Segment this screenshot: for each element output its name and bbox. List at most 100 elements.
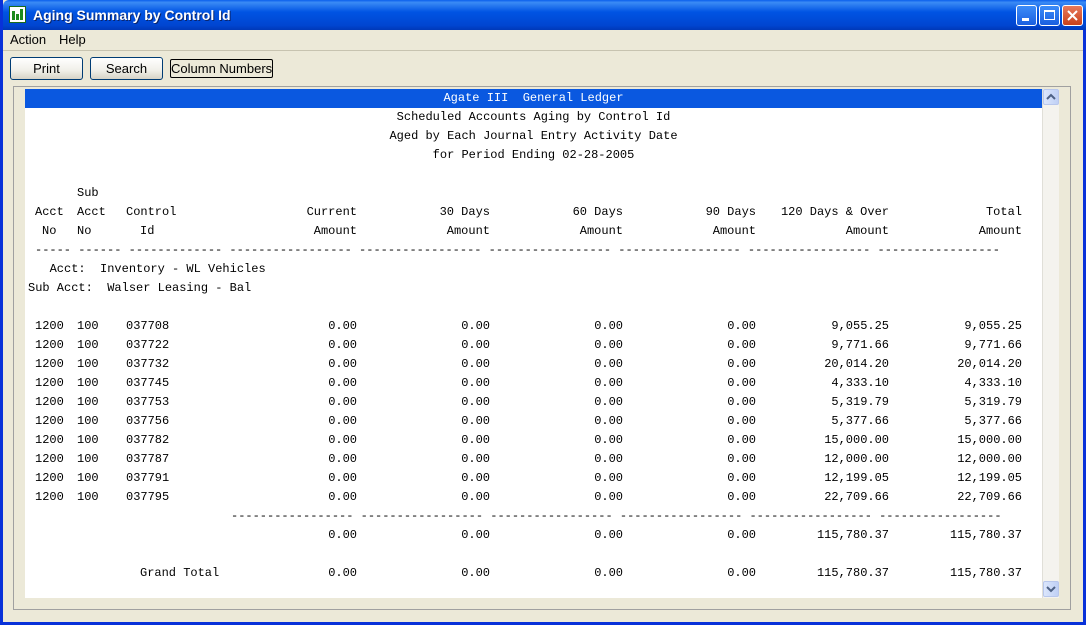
cell-120days: 5,377.66 — [831, 414, 889, 428]
cell-60days: 0.00 — [594, 490, 623, 504]
grand-total-row: Grand Total 0.00 0.00 0.00 0.00 115,780.… — [25, 564, 1042, 583]
report-subtitle-line: Scheduled Accounts Aging by Control Id — [25, 108, 1042, 127]
subtotal-current: 0.00 — [328, 528, 357, 542]
cell-acct-no: 1200 — [35, 471, 64, 485]
cell-30days: 0.00 — [461, 395, 490, 409]
cell-total: 4,333.10 — [964, 376, 1022, 390]
header-subacct: Acct — [77, 205, 106, 219]
close-icon[interactable] — [1062, 5, 1083, 26]
header-current-amount: Amount — [313, 224, 357, 238]
cell-total: 15,000.00 — [957, 433, 1022, 447]
cell-subacct-no: 100 — [77, 338, 99, 352]
vertical-scrollbar[interactable] — [1042, 89, 1059, 598]
cell-control-id: 037722 — [126, 338, 170, 352]
subtotal-30days: 0.00 — [461, 528, 490, 542]
menu-action[interactable]: Action — [10, 32, 46, 47]
grand-total-label: Grand Total — [140, 566, 220, 580]
grand-total-current: 0.00 — [328, 566, 357, 580]
cell-60days: 0.00 — [594, 471, 623, 485]
report-view[interactable]: Agate III General Ledger Scheduled Accou… — [25, 89, 1042, 598]
grand-total-90days: 0.00 — [727, 566, 756, 580]
cell-current: 0.00 — [328, 357, 357, 371]
cell-total: 5,319.79 — [964, 395, 1022, 409]
header-90days-amount: Amount — [712, 224, 756, 238]
report-aged: Aged by Each Journal Entry Activity Date — [389, 129, 678, 143]
subtotal-90days: 0.00 — [727, 528, 756, 542]
table-row: 1200 100 037732 0.00 0.00 0.00 0.00 20,014.20 20… — [25, 355, 1042, 374]
header-current: Current — [306, 205, 357, 219]
cell-acct-no: 1200 — [35, 395, 64, 409]
maximize-icon[interactable] — [1039, 5, 1060, 26]
cell-subacct-no: 100 — [77, 319, 99, 333]
column-numbers-button[interactable]: Column Numbers — [170, 59, 273, 78]
cell-120days: 15,000.00 — [824, 433, 889, 447]
cell-current: 0.00 — [328, 414, 357, 428]
cell-acct-no: 1200 — [35, 452, 64, 466]
header-60days: 60 Days — [572, 205, 623, 219]
cell-current: 0.00 — [328, 395, 357, 409]
cell-total: 22,709.66 — [957, 490, 1022, 504]
cell-current: 0.00 — [328, 338, 357, 352]
title-bar[interactable]: Aging Summary by Control Id — [3, 0, 1086, 30]
header-acct: Acct — [35, 205, 64, 219]
header-30days-amount: Amount — [446, 224, 490, 238]
subtotal-120days: 115,780.37 — [816, 528, 889, 542]
cell-120days: 12,199.05 — [824, 471, 889, 485]
cell-current: 0.00 — [328, 452, 357, 466]
header-90days: 90 Days — [705, 205, 756, 219]
scroll-up-icon[interactable] — [1043, 89, 1059, 105]
cell-subacct-no: 100 — [77, 357, 99, 371]
table-row: 1200 100 037791 0.00 0.00 0.00 0.00 12,199.05 12… — [25, 469, 1042, 488]
cell-60days: 0.00 — [594, 452, 623, 466]
report-title: Agate III General Ledger — [443, 91, 624, 105]
cell-90days: 0.00 — [727, 319, 756, 333]
minimize-icon[interactable] — [1016, 5, 1037, 26]
cell-subacct-no: 100 — [77, 471, 99, 485]
cell-acct-no: 1200 — [35, 490, 64, 504]
menu-help-label: Help — [59, 32, 86, 47]
print-button[interactable]: Print — [10, 57, 83, 80]
cell-90days: 0.00 — [727, 376, 756, 390]
table-row: 1200 100 037753 0.00 0.00 0.00 0.00 5,319.79 5,3… — [25, 393, 1042, 412]
cell-current: 0.00 — [328, 490, 357, 504]
header-subacct-no: No — [77, 224, 92, 238]
header-120days-amount: Amount — [845, 224, 889, 238]
header-dashes: ----- ------ ------------- -------------… — [25, 241, 1042, 260]
cell-subacct-no: 100 — [77, 452, 99, 466]
cell-60days: 0.00 — [594, 357, 623, 371]
cell-total: 12,199.05 — [957, 471, 1022, 485]
header-total-amount: Amount — [978, 224, 1022, 238]
cell-subacct-no: 100 — [77, 395, 99, 409]
cell-60days: 0.00 — [594, 338, 623, 352]
cell-60days: 0.00 — [594, 395, 623, 409]
header-sub: Sub — [77, 186, 99, 200]
cell-30days: 0.00 — [461, 490, 490, 504]
cell-30days: 0.00 — [461, 338, 490, 352]
cell-90days: 0.00 — [727, 414, 756, 428]
cell-120days: 12,000.00 — [824, 452, 889, 466]
report-period-line: for Period Ending 02-28-2005 — [25, 146, 1042, 165]
cell-control-id: 037708 — [126, 319, 170, 333]
subtotal-dashes-text: ----------------- ----------------- ----… — [231, 509, 1002, 523]
cell-60days: 0.00 — [594, 414, 623, 428]
cell-current: 0.00 — [328, 471, 357, 485]
report-subtitle: Scheduled Accounts Aging by Control Id — [396, 110, 671, 124]
cell-subacct-no: 100 — [77, 376, 99, 390]
menu-help[interactable]: Help — [59, 32, 86, 47]
header-control: Control — [126, 205, 177, 219]
cell-total: 20,014.20 — [957, 357, 1022, 371]
scroll-down-icon[interactable] — [1043, 581, 1059, 597]
search-button[interactable]: Search — [90, 57, 163, 80]
cell-120days: 4,333.10 — [831, 376, 889, 390]
cell-90days: 0.00 — [727, 357, 756, 371]
cell-total: 9,771.66 — [964, 338, 1022, 352]
grand-total-30days: 0.00 — [461, 566, 490, 580]
subtotal-60days: 0.00 — [594, 528, 623, 542]
cell-control-id: 037782 — [126, 433, 170, 447]
table-row: 1200 100 037756 0.00 0.00 0.00 0.00 5,377.66 5,3… — [25, 412, 1042, 431]
app-icon — [9, 6, 26, 23]
cell-90days: 0.00 — [727, 471, 756, 485]
cell-90days: 0.00 — [727, 452, 756, 466]
cell-current: 0.00 — [328, 319, 357, 333]
subacct-line-text: Sub Acct: Walser Leasing - Bal — [28, 281, 252, 295]
